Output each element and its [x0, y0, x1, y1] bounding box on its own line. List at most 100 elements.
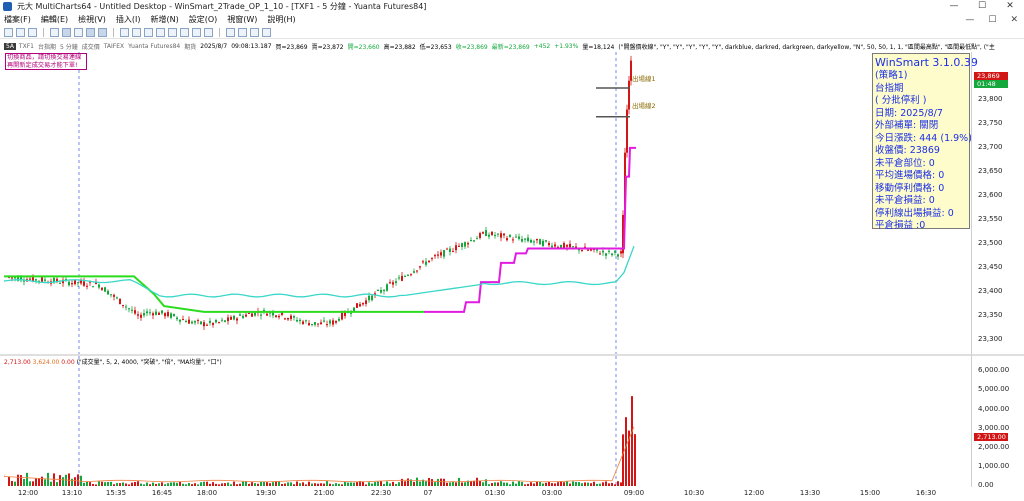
- volume-axis[interactable]: 6,000.00 5,000.00 4,000.00 3,000.00 2,000.00…: [972, 356, 1024, 489]
- menu-file[interactable]: 檔案(F): [0, 14, 37, 25]
- menu-edit[interactable]: 編輯(E): [37, 14, 74, 25]
- volume-chart[interactable]: [3, 356, 970, 486]
- candle-body: [284, 318, 286, 320]
- volume-bar: [197, 484, 199, 486]
- zoom-out-icon[interactable]: [262, 27, 271, 37]
- volume-bar: [146, 482, 148, 486]
- volume-bar: [389, 483, 391, 486]
- candle-body: [488, 234, 490, 237]
- symbol-chip[interactable]: 5A: [4, 42, 16, 50]
- exchange-label: TAIFEX: [103, 42, 125, 50]
- menu-window[interactable]: 視窗(W): [223, 14, 263, 25]
- print-icon[interactable]: [50, 27, 59, 37]
- volume-bar: [407, 478, 409, 486]
- volume-bar: [41, 476, 43, 486]
- candle-body: [452, 250, 454, 252]
- candle-body: [338, 318, 340, 321]
- volume-bar: [74, 477, 76, 486]
- volume-bar: [551, 483, 553, 486]
- zoom-in-icon[interactable]: [250, 27, 259, 37]
- mdi-close-button[interactable]: ✕: [1010, 15, 1018, 25]
- menu-settings[interactable]: 設定(O): [185, 14, 224, 25]
- volume-bar: [284, 483, 286, 486]
- candle-body: [11, 277, 13, 279]
- close-button[interactable]: ✕: [996, 0, 1024, 13]
- volume-bar: [176, 482, 178, 486]
- interval-label: 5 分鐘: [59, 43, 78, 51]
- time-tick-label: 07: [423, 489, 433, 497]
- candle-body: [572, 246, 574, 248]
- maximize-button[interactable]: ☐: [968, 0, 996, 13]
- volume-bar: [23, 479, 25, 486]
- mdi-restore-button[interactable]: ☐: [988, 15, 996, 25]
- volume-bar: [575, 481, 577, 486]
- line-style-icon[interactable]: [180, 27, 189, 37]
- price-axis[interactable]: 23,85023,80023,75023,70023,65023,60023,5…: [972, 52, 1024, 354]
- candle-body: [545, 240, 547, 242]
- candle-body: [287, 318, 289, 320]
- format-icon[interactable]: [144, 27, 153, 37]
- volume-bar: [77, 474, 79, 486]
- candle-body: [128, 308, 130, 310]
- scroll-right-icon[interactable]: [238, 27, 247, 37]
- menu-new[interactable]: 新增(N): [146, 14, 184, 25]
- open-file-icon[interactable]: [16, 27, 25, 37]
- volume-bar: [326, 481, 328, 486]
- volume-bar: [239, 483, 241, 486]
- minimize-button[interactable]: —: [940, 0, 968, 13]
- save-icon[interactable]: [28, 27, 37, 37]
- bar-style-icon[interactable]: [156, 27, 165, 37]
- volume-bar: [203, 481, 205, 486]
- draw-tool-icon[interactable]: [98, 27, 107, 37]
- chart-window-icon[interactable]: [62, 27, 71, 37]
- volume-bar: [476, 477, 478, 486]
- candle-body: [365, 300, 367, 304]
- candle-body: [308, 323, 310, 326]
- time-axis[interactable]: 12:00 13:10 15:35 16:45 18:00 19:30 21:00 22:30…: [4, 487, 970, 501]
- price-chart[interactable]: [3, 52, 970, 354]
- price-chart-svg: [3, 52, 636, 354]
- mdi-minimize-button[interactable]: —: [965, 15, 974, 25]
- cursor-icon[interactable]: [86, 27, 95, 37]
- candle-body: [77, 282, 79, 284]
- chart-info-bar: 5A TXF1 台指期 5 分鐘 成交價 TAIFEX Yuanta Futur…: [0, 41, 1024, 51]
- menu-insert[interactable]: 插入(I): [112, 14, 147, 25]
- menu-help[interactable]: 說明(H): [263, 14, 301, 25]
- line-tool-icon[interactable]: [120, 27, 129, 37]
- info-mode: ( 分批停利 ): [875, 95, 927, 106]
- volume-bar: [149, 484, 151, 486]
- quote-date: 2025/8/7: [200, 42, 228, 50]
- strategy-icon[interactable]: [204, 27, 213, 37]
- candle-body: [263, 309, 265, 311]
- candle-body: [458, 245, 460, 247]
- indicator-icon[interactable]: [192, 27, 201, 37]
- menu-view[interactable]: 檢視(V): [74, 14, 112, 25]
- info-strategy: (策略1): [875, 70, 908, 81]
- candle-body: [146, 311, 148, 314]
- time-tick-label: 16:30: [915, 489, 937, 497]
- candle-body: [230, 316, 232, 320]
- candle-body: [539, 239, 541, 245]
- zoom-icon[interactable]: [74, 27, 83, 37]
- scroll-left-icon[interactable]: [226, 27, 235, 37]
- volume-bar: [631, 396, 633, 486]
- info-unrealized-pnl: 未平倉損益: 0: [875, 195, 935, 206]
- text-tool-icon[interactable]: [132, 27, 141, 37]
- candle-body: [320, 322, 322, 325]
- volume-bar: [128, 484, 130, 486]
- candle-style-icon[interactable]: [168, 27, 177, 37]
- candle-body: [620, 251, 622, 254]
- candle-body: [314, 322, 316, 325]
- quote-time: 09:08:13.187: [231, 42, 272, 50]
- info-today-change: 今日漲跌: 444 (1.9%): [875, 132, 972, 144]
- volume-bar: [236, 484, 238, 486]
- volume-bar: [47, 472, 49, 486]
- volume-bar: [413, 481, 415, 486]
- volume-bar: [323, 483, 325, 486]
- volume-bar: [278, 481, 280, 486]
- volume-bar: [425, 481, 427, 486]
- time-tick-label: 15:35: [105, 489, 127, 497]
- new-file-icon[interactable]: [4, 27, 13, 37]
- price-tick-label: 23,550: [978, 214, 1003, 223]
- candle-body: [608, 250, 610, 252]
